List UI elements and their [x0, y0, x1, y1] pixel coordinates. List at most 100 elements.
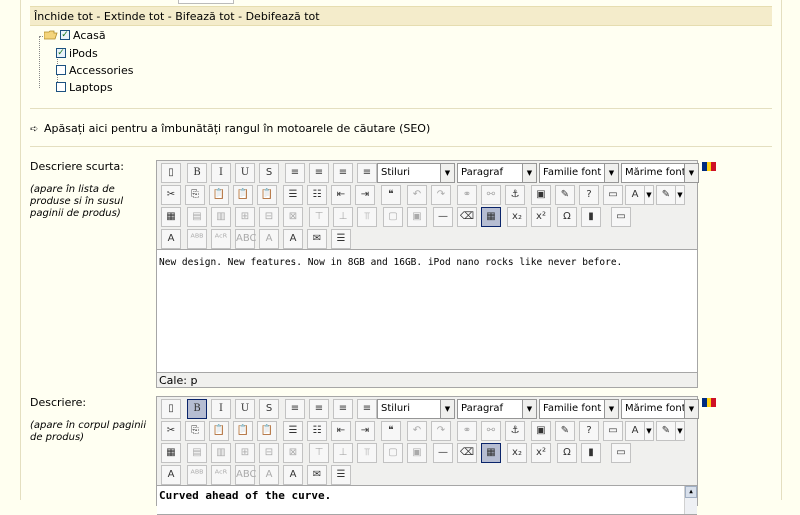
copy-icon[interactable]: ⎘	[185, 185, 205, 205]
cleanup-icon[interactable]: ✎	[555, 185, 575, 205]
split-cells-icon[interactable]: ▢	[383, 443, 403, 463]
pagebreak-icon[interactable]: ☰	[331, 465, 351, 485]
seo-link-row[interactable]: ➪ Apăsați aici pentru a îmbunătăți rangul…	[30, 122, 430, 136]
cleanup-icon[interactable]: ✎	[555, 421, 575, 441]
checkbox-accessories[interactable]	[56, 65, 66, 75]
unordered-list-icon[interactable]: ☰	[283, 185, 303, 205]
abc-icon[interactable]: ABC	[235, 465, 257, 485]
help-icon[interactable]: ?	[579, 185, 599, 205]
checkbox-root[interactable]: ✓	[60, 30, 70, 40]
redo-icon[interactable]: ↷	[431, 421, 451, 441]
template-icon[interactable]: ✉	[307, 465, 327, 485]
split-cells-icon[interactable]: ▢	[383, 207, 403, 227]
tree-label-laptops[interactable]: Laptops	[69, 81, 113, 94]
new-document-icon[interactable]: ▯	[161, 399, 181, 419]
table-edit-icon[interactable]: ▦	[161, 443, 181, 463]
chevron-down-icon[interactable]: ▼	[604, 164, 618, 182]
language-flag-icon[interactable]	[702, 398, 717, 407]
text-color-icon[interactable]: A	[625, 421, 645, 441]
pagebreak-icon[interactable]: ☰	[331, 229, 351, 249]
desc-scrollbar[interactable]: ▲	[684, 486, 697, 514]
italic-icon[interactable]: I	[211, 399, 231, 419]
format-select[interactable]: Paragraf ▼	[457, 399, 537, 419]
abc-icon[interactable]: ABC	[235, 229, 257, 249]
merge-cells-icon[interactable]: ▣	[407, 207, 427, 227]
short-desc-content[interactable]: New design. New features. Now in 8GB and…	[157, 249, 697, 373]
highlight-color-dropdown-icon[interactable]: ▼	[676, 421, 685, 441]
highlight-color-dropdown-icon[interactable]: ▼	[676, 185, 685, 205]
acronym-icon[interactable]: ᴬᶜᴿ	[211, 229, 231, 249]
visual-aid-icon[interactable]: ▦	[481, 207, 501, 227]
delete-row-icon[interactable]: ⊠	[283, 443, 303, 463]
paste-text-icon[interactable]: 📋	[233, 421, 253, 441]
remove-format-icon[interactable]: ⌫	[457, 207, 477, 227]
desc-content[interactable]: Curved ahead of the curve. ▲	[157, 485, 697, 515]
preview-icon[interactable]: ▭	[611, 207, 631, 227]
table-edit-icon[interactable]: ▦	[161, 207, 181, 227]
abbr-icon[interactable]: ᴬᴮᴮ	[187, 465, 207, 485]
ordered-list-icon[interactable]: ☷	[307, 185, 327, 205]
align-justify-icon[interactable]: ≡	[357, 399, 377, 419]
underline-icon[interactable]: U	[235, 399, 255, 419]
font-a-icon[interactable]: A	[283, 229, 303, 249]
media-icon[interactable]: ▮	[581, 443, 601, 463]
unlink-icon[interactable]: ⚯	[481, 185, 501, 205]
preview-icon[interactable]: ▭	[611, 443, 631, 463]
paste-icon[interactable]: 📋	[209, 185, 229, 205]
tree-label-accessories[interactable]: Accessories	[69, 64, 133, 77]
superscript-icon[interactable]: x²	[531, 207, 551, 227]
indent-icon[interactable]: ⇥	[355, 421, 375, 441]
cut-icon[interactable]: ✂	[161, 185, 181, 205]
align-right-icon[interactable]: ≡	[333, 163, 353, 183]
special-char-icon[interactable]: Ω	[557, 443, 577, 463]
styles-select[interactable]: Stiluri ▼	[377, 399, 455, 419]
anchor-icon[interactable]: ⚓	[505, 421, 525, 441]
row-before-icon[interactable]: ⊞	[235, 443, 255, 463]
row-before-icon[interactable]: ⊞	[235, 207, 255, 227]
undo-icon[interactable]: ↶	[407, 421, 427, 441]
bold-icon[interactable]: B	[187, 163, 207, 183]
col-after-icon[interactable]: ⊥	[333, 207, 353, 227]
bold-icon[interactable]: B	[187, 399, 207, 419]
text-color-icon[interactable]: A	[625, 185, 645, 205]
unordered-list-icon[interactable]: ☰	[283, 421, 303, 441]
check-all-link[interactable]: Bifează tot	[175, 10, 234, 23]
redo-icon[interactable]: ↷	[431, 185, 451, 205]
spellcheck-icon[interactable]: A	[161, 229, 181, 249]
media-icon[interactable]: ▮	[581, 207, 601, 227]
align-center-icon[interactable]: ≡	[309, 163, 329, 183]
abbr-icon[interactable]: ᴬᴮᴮ	[187, 229, 207, 249]
paste-word-icon[interactable]: 📋	[257, 421, 277, 441]
unlink-icon[interactable]: ⚯	[481, 421, 501, 441]
delete-col-icon[interactable]: ⫪	[357, 207, 377, 227]
align-center-icon[interactable]: ≡	[309, 399, 329, 419]
checkbox-laptops[interactable]	[56, 82, 66, 92]
undo-icon[interactable]: ↶	[407, 185, 427, 205]
outdent-icon[interactable]: ⇤	[331, 185, 351, 205]
blockquote-icon[interactable]: ❝	[381, 421, 401, 441]
chevron-down-icon[interactable]: ▼	[522, 400, 536, 418]
text-color-dropdown-icon[interactable]: ▼	[645, 421, 654, 441]
align-justify-icon[interactable]: ≡	[357, 163, 377, 183]
subscript-icon[interactable]: x₂	[507, 207, 527, 227]
table-row-props-icon[interactable]: ▤	[187, 207, 207, 227]
link-icon[interactable]: ⚭	[457, 421, 477, 441]
special-char-icon[interactable]: Ω	[557, 207, 577, 227]
table-row-props-icon[interactable]: ▤	[187, 443, 207, 463]
styles-select[interactable]: Stiluri ▼	[377, 163, 455, 183]
checkbox-ipods[interactable]: ✓	[56, 48, 66, 58]
spellcheck-icon[interactable]: A	[161, 465, 181, 485]
paste-text-icon[interactable]: 📋	[233, 185, 253, 205]
blockquote-icon[interactable]: ❝	[381, 185, 401, 205]
italic-icon[interactable]: I	[211, 163, 231, 183]
chevron-down-icon[interactable]: ▼	[440, 400, 454, 418]
expand-all-link[interactable]: Extinde tot	[104, 10, 164, 23]
font-size-select[interactable]: Mărime font ▼	[621, 399, 699, 419]
image-icon[interactable]: ▣	[531, 421, 551, 441]
html-icon[interactable]: ▭	[603, 421, 623, 441]
language-flag-icon[interactable]	[702, 162, 717, 171]
table-cell-props-icon[interactable]: ▥	[211, 443, 231, 463]
delete-col-icon[interactable]: ⫪	[357, 443, 377, 463]
strikethrough-icon[interactable]: S	[259, 399, 279, 419]
highlight-color-icon[interactable]: ✎	[656, 421, 676, 441]
